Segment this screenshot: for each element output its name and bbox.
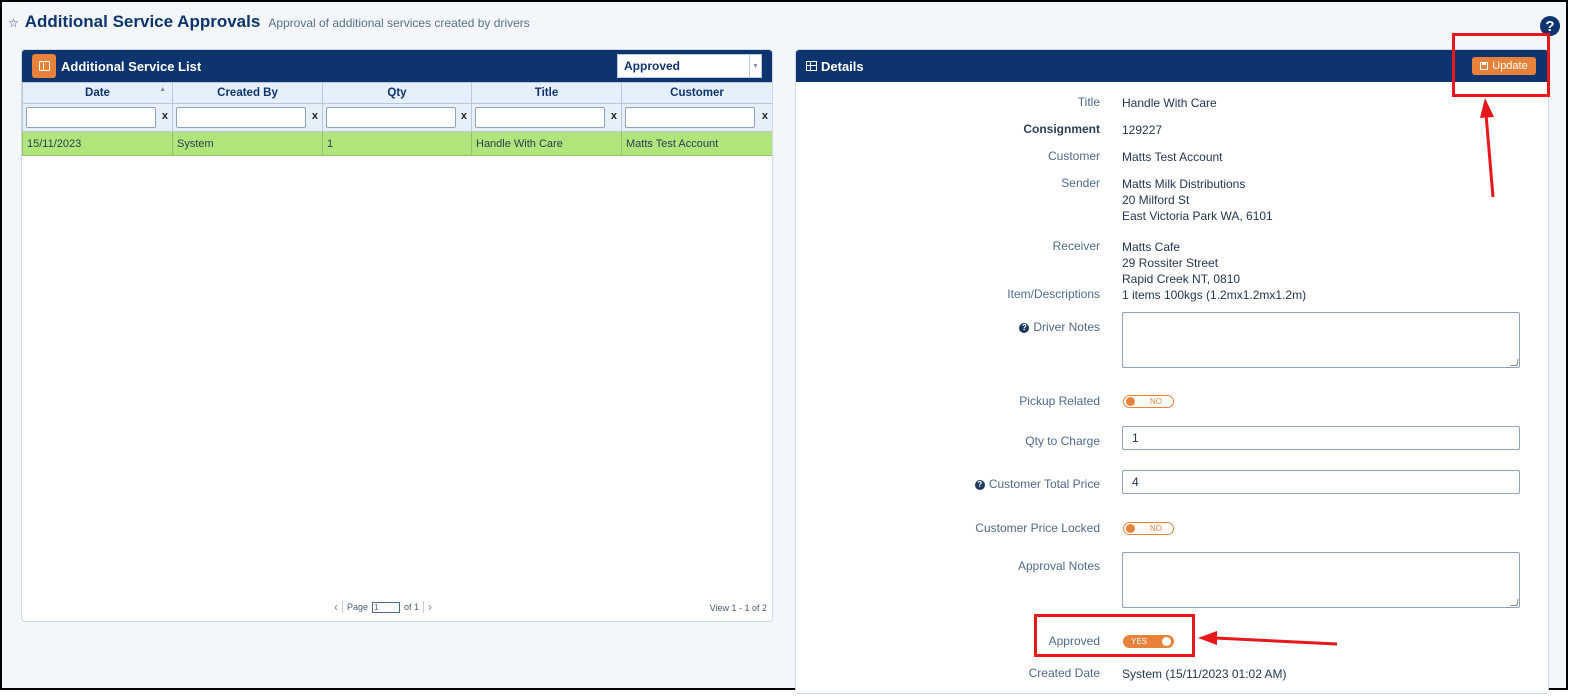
clear-filter-icon[interactable]: x bbox=[162, 110, 168, 122]
cell-title: Handle With Care bbox=[471, 131, 622, 156]
customer-price-locked-toggle[interactable]: NO bbox=[1123, 522, 1174, 535]
clear-filter-icon[interactable]: x bbox=[611, 110, 617, 122]
created-date-label: Created Date bbox=[1028, 666, 1100, 680]
service-list-panel: Additional Service List Approved ▼ Date ▲… bbox=[21, 49, 773, 622]
approved-highlight-box bbox=[1034, 614, 1195, 657]
cell-qty: 1 bbox=[322, 131, 472, 156]
column-header-customer[interactable]: Customer bbox=[621, 82, 772, 104]
approval-notes-textarea[interactable] bbox=[1122, 552, 1520, 608]
cell-date: 15/11/2023 bbox=[22, 131, 173, 156]
favorite-star-icon[interactable]: ☆ bbox=[8, 16, 19, 30]
page-count-label: of 1 bbox=[404, 602, 420, 612]
details-title: Details bbox=[821, 58, 864, 74]
status-filter-value: Approved bbox=[624, 59, 681, 73]
clear-filter-icon[interactable]: x bbox=[312, 110, 318, 122]
page-subtitle: Approval of additional services created … bbox=[268, 16, 530, 30]
details-header: Details Update bbox=[796, 50, 1548, 82]
prev-page-icon[interactable]: ‹ bbox=[334, 600, 338, 614]
column-header-title[interactable]: Title bbox=[471, 82, 622, 104]
sender-address: Matts Milk Distributions 20 Milford St E… bbox=[1122, 177, 1273, 223]
table-row[interactable]: 15/11/2023 System 1 Handle With Care Mat… bbox=[22, 131, 772, 156]
details-panel: Details Update Title Handle With Care Co… bbox=[795, 49, 1549, 694]
date-filter-input[interactable] bbox=[26, 107, 156, 128]
table-header-row: Date ▲ Created By Qty Title Customer bbox=[22, 82, 772, 104]
help-icon[interactable]: ? bbox=[974, 480, 985, 490]
pickup-related-label: Pickup Related bbox=[1019, 394, 1100, 408]
clear-filter-icon[interactable]: x bbox=[461, 110, 467, 122]
column-header-qty[interactable]: Qty bbox=[322, 82, 472, 104]
service-list-title: Additional Service List bbox=[61, 58, 202, 74]
view-records-text: View 1 - 1 of 2 bbox=[709, 603, 767, 613]
approval-notes-label: Approval Notes bbox=[1017, 559, 1100, 573]
receiver-label: Receiver bbox=[1052, 239, 1100, 253]
created-date-value: System (15/11/2023 01:02 AM) bbox=[1122, 667, 1287, 681]
pager: ‹ Page 1 of 1 › View 1 - 1 of 2 bbox=[22, 598, 772, 618]
page-label: Page bbox=[347, 602, 369, 612]
sort-icon[interactable]: ▲ bbox=[159, 86, 166, 93]
item-value: 1 items 100kgs (1.2mx1.2mx1.2m) bbox=[1122, 288, 1307, 302]
help-icon[interactable]: ? bbox=[1019, 323, 1030, 333]
created-by-filter-input[interactable] bbox=[176, 107, 306, 128]
consignment-value: 129227 bbox=[1122, 123, 1163, 137]
table-icon bbox=[806, 61, 817, 71]
column-header-date[interactable]: Date ▲ bbox=[22, 82, 173, 104]
page-title: Additional Service Approvals bbox=[24, 12, 261, 31]
status-filter-select[interactable]: Approved ▼ bbox=[617, 54, 762, 78]
title-filter-input[interactable] bbox=[475, 107, 605, 128]
pickup-related-toggle[interactable]: NO bbox=[1123, 395, 1174, 408]
receiver-address: Matts Cafe 29 Rossiter Street Rapid Cree… bbox=[1122, 240, 1241, 286]
qty-to-charge-input[interactable]: 1 bbox=[1122, 426, 1520, 450]
customer-filter-input[interactable] bbox=[625, 107, 755, 128]
title-value: Handle With Care bbox=[1122, 96, 1217, 110]
cell-customer: Matts Test Account bbox=[621, 131, 772, 156]
panel-toggle-icon[interactable] bbox=[32, 54, 56, 78]
clear-filter-icon[interactable]: x bbox=[762, 110, 768, 122]
app-frame: ☆ Additional Service Approvals Approval … bbox=[0, 0, 1568, 694]
qty-filter-input[interactable] bbox=[326, 107, 456, 128]
page-header: ☆ Additional Service Approvals Approval … bbox=[8, 12, 530, 32]
title-label: Title bbox=[1077, 95, 1100, 109]
column-header-created-by[interactable]: Created By bbox=[172, 82, 323, 104]
price-locked-label: Customer Price Locked bbox=[975, 521, 1100, 535]
filter-row: x x x x x bbox=[22, 103, 772, 132]
service-list-header: Additional Service List Approved ▼ bbox=[22, 50, 772, 82]
chevron-down-icon[interactable]: ▼ bbox=[749, 55, 761, 77]
next-page-icon[interactable]: › bbox=[428, 600, 432, 614]
customer-total-price-input[interactable]: 4 bbox=[1122, 470, 1520, 494]
qty-label: Qty to Charge bbox=[1025, 434, 1100, 448]
customer-value: Matts Test Account bbox=[1122, 150, 1223, 164]
consignment-label: Consignment bbox=[1023, 122, 1100, 136]
item-label: Item/Descriptions bbox=[1007, 287, 1100, 301]
sender-label: Sender bbox=[1061, 176, 1100, 190]
customer-label: Customer bbox=[1047, 149, 1100, 163]
driver-notes-label: ? Driver Notes bbox=[1019, 320, 1100, 334]
update-highlight-box bbox=[1452, 33, 1550, 97]
cell-created-by: System bbox=[172, 131, 323, 156]
service-table: Date ▲ Created By Qty Title Customer x x … bbox=[22, 82, 772, 156]
total-price-label: ? Customer Total Price bbox=[974, 477, 1100, 491]
page-number-input[interactable]: 1 bbox=[372, 601, 401, 613]
driver-notes-textarea[interactable] bbox=[1122, 312, 1520, 368]
